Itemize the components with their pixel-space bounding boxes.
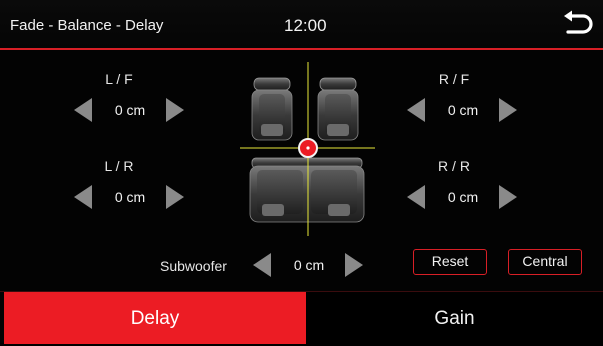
- subwoofer-decrease-button[interactable]: [251, 252, 273, 278]
- bottom-tab-bar: Delay Gain: [0, 291, 603, 344]
- front-right-seat-icon: [317, 77, 359, 141]
- lr-label: L / R: [104, 158, 134, 174]
- tab-gain[interactable]: Gain: [306, 292, 603, 344]
- clock: 12:00: [284, 16, 327, 35]
- delay-settings-screen: Fade - Balance - Delay 12:00 L / F 0 cm …: [0, 0, 603, 344]
- central-button[interactable]: Central: [508, 249, 582, 275]
- rear-seat-icon: [249, 157, 365, 223]
- lf-delay-control: 0 cm: [72, 97, 188, 123]
- rr-delay-control: 0 cm: [405, 184, 521, 210]
- lr-increase-button[interactable]: [164, 184, 186, 210]
- lf-value: 0 cm: [114, 102, 146, 118]
- subwoofer-delay-control: 0 cm: [251, 252, 367, 278]
- lf-label: L / F: [105, 71, 133, 87]
- rf-label: R / F: [438, 71, 470, 87]
- rf-decrease-button[interactable]: [405, 97, 427, 123]
- lf-decrease-button[interactable]: [72, 97, 94, 123]
- page-title: Fade - Balance - Delay: [10, 17, 164, 34]
- front-left-seat-icon: [251, 77, 293, 141]
- rr-label: R / R: [438, 158, 470, 174]
- rf-delay-control: 0 cm: [405, 97, 521, 123]
- rr-decrease-button[interactable]: [405, 184, 427, 210]
- tab-delay[interactable]: Delay: [4, 292, 306, 344]
- subwoofer-label: Subwoofer: [160, 258, 227, 274]
- rr-value: 0 cm: [447, 189, 479, 205]
- lr-delay-control: 0 cm: [72, 184, 188, 210]
- lf-increase-button[interactable]: [164, 97, 186, 123]
- subwoofer-increase-button[interactable]: [343, 252, 365, 278]
- lr-value: 0 cm: [114, 189, 146, 205]
- listening-position-marker-icon: [298, 138, 318, 158]
- subwoofer-value: 0 cm: [293, 257, 325, 273]
- rr-increase-button[interactable]: [497, 184, 519, 210]
- rf-value: 0 cm: [447, 102, 479, 118]
- reset-button[interactable]: Reset: [413, 249, 487, 275]
- lr-decrease-button[interactable]: [72, 184, 94, 210]
- seat-position-diagram[interactable]: [232, 60, 382, 240]
- rf-increase-button[interactable]: [497, 97, 519, 123]
- header-bar: Fade - Balance - Delay 12:00: [0, 0, 603, 50]
- return-arrow-icon[interactable]: [561, 10, 595, 38]
